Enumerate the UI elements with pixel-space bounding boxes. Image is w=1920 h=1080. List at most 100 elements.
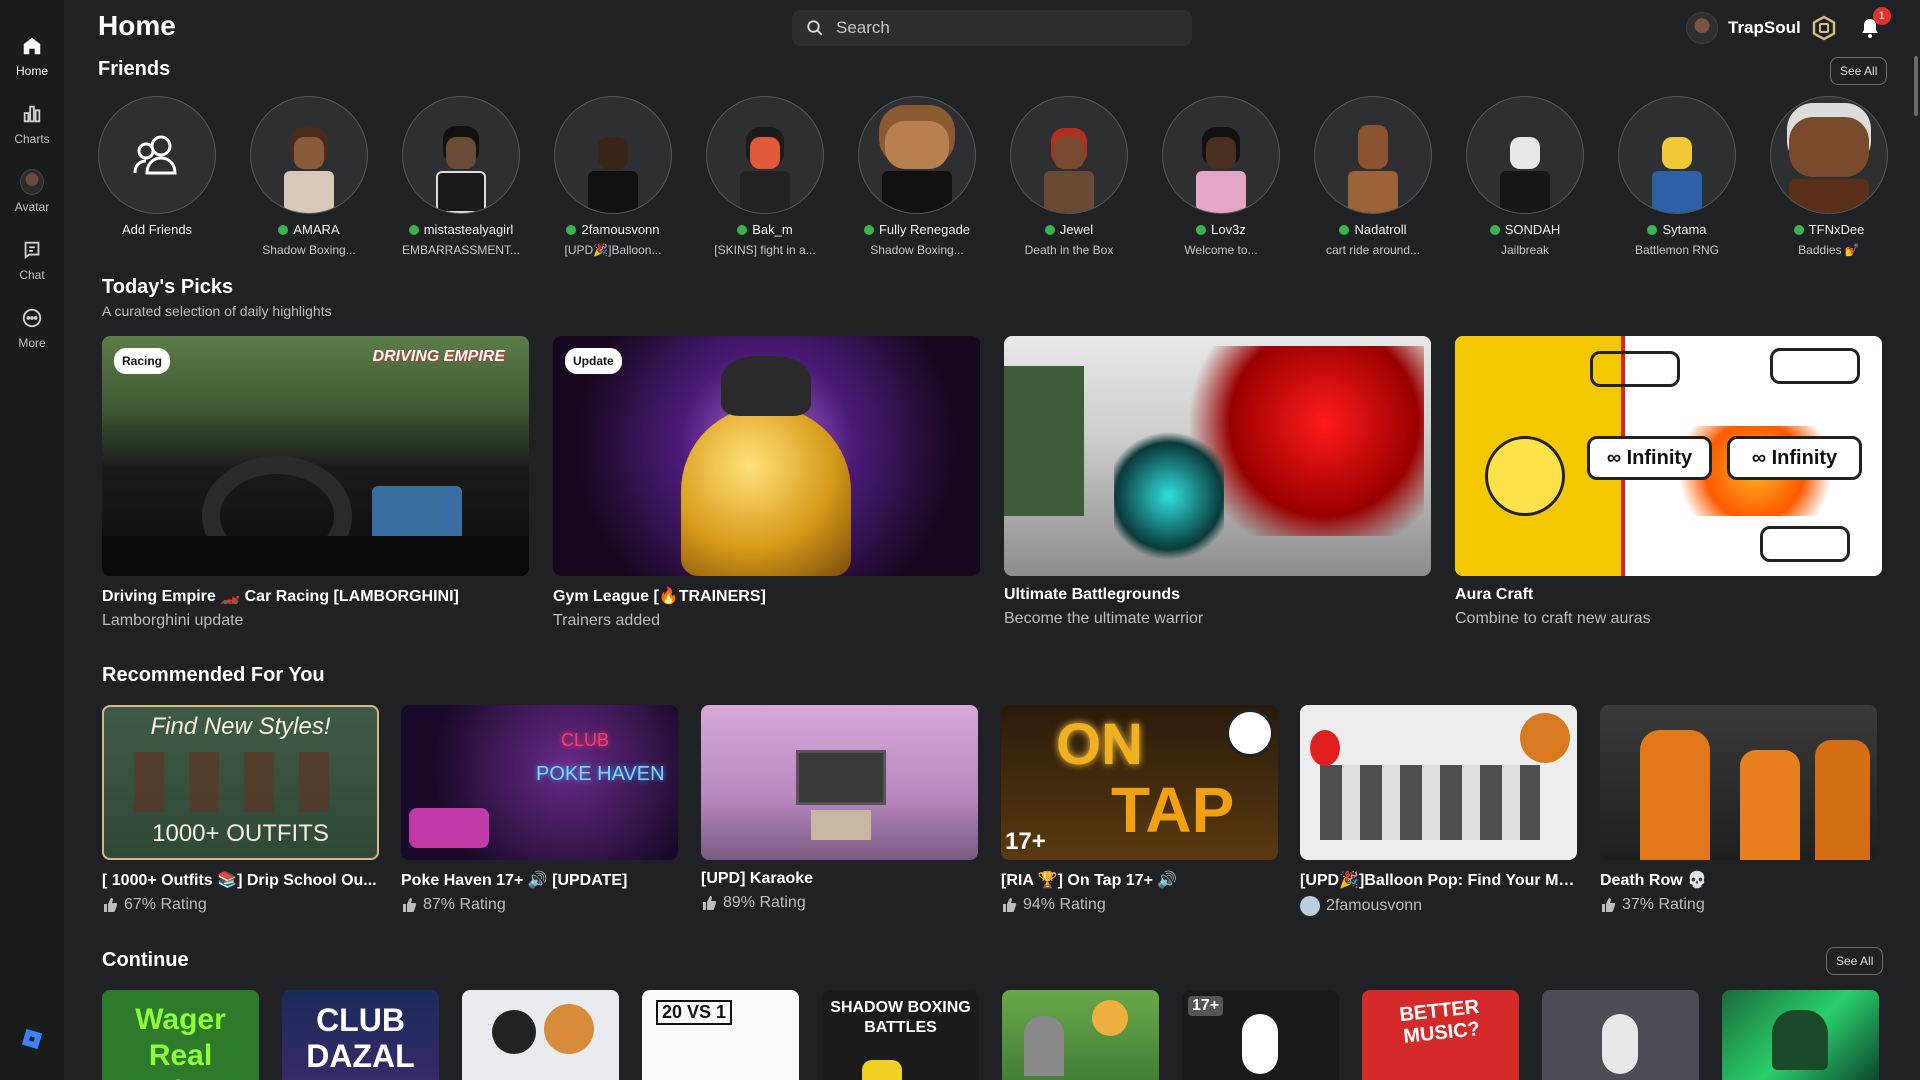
- friends-see-all-button[interactable]: See All: [1830, 57, 1888, 85]
- continue-card[interactable]: Wager Real Robux: [102, 990, 259, 1080]
- recommended-card[interactable]: Death Row 💀 37% Rating: [1600, 705, 1877, 914]
- friend-name: Nadatroll: [1354, 222, 1407, 237]
- game-art-text: DRIVING EMPIRE: [372, 348, 505, 365]
- add-friends-button[interactable]: Add Friends: [98, 96, 216, 257]
- pick-tag: Racing: [114, 348, 171, 374]
- game-thumbnail: ∞ Infinity ∞ Infinity: [1455, 336, 1882, 576]
- friend-card[interactable]: Lov3z Welcome to...: [1162, 96, 1280, 257]
- game-rating: 89% Rating: [701, 894, 978, 912]
- friend-card[interactable]: 2famousvonn [UPD🎉]Balloon...: [554, 96, 672, 257]
- game-thumbnail: Find New Styles! 1000+ OUTFITS: [102, 705, 379, 860]
- pick-title: Gym League [🔥TRAINERS]: [553, 588, 766, 605]
- friend-avatar: [554, 96, 672, 214]
- avatar[interactable]: [1686, 12, 1718, 44]
- continue-card[interactable]: [1722, 990, 1879, 1080]
- online-status-icon: [1196, 224, 1207, 235]
- pick-subtitle: Become the ultimate warrior: [1004, 610, 1204, 627]
- left-sidebar: Home Charts Avatar Chat More: [0, 0, 64, 1080]
- friend-card[interactable]: AMARA Shadow Boxing...: [250, 96, 368, 257]
- friend-game: [UPD🎉]Balloon...: [564, 243, 662, 257]
- thumbs-up-icon: [1602, 898, 1616, 912]
- game-thumbnail: [1300, 705, 1577, 860]
- sidebar-item-home[interactable]: Home: [0, 30, 64, 98]
- sidebar-item-charts[interactable]: Charts: [0, 98, 64, 166]
- recommended-title: [UPD] Karaoke: [701, 870, 814, 887]
- game-art-text: ∞ Infinity: [1587, 436, 1712, 480]
- charts-icon: [20, 102, 44, 126]
- continue-card[interactable]: CLUB DAZAL: [282, 990, 439, 1080]
- sidebar-item-label: Avatar: [14, 200, 50, 214]
- friend-card[interactable]: Bak_m [SKINS] fight in a...: [706, 96, 824, 257]
- recommended-card[interactable]: [UPD🎉]Balloon Pop: Find Your Ma... 2famo…: [1300, 705, 1577, 916]
- sidebar-item-label: Home: [15, 64, 48, 78]
- continue-card[interactable]: [462, 990, 619, 1080]
- online-status-icon: [1647, 224, 1658, 235]
- friend-card[interactable]: TFNxDee Baddies 💅: [1770, 96, 1888, 257]
- friend-card[interactable]: mistastealyagirl EMBARRASSMENT...: [402, 96, 520, 257]
- pick-subtitle: Combine to craft new auras: [1455, 610, 1651, 627]
- friend-avatar-icon: [1300, 896, 1320, 916]
- search-input[interactable]: [836, 18, 1176, 38]
- sidebar-item-more[interactable]: More: [0, 302, 64, 370]
- sidebar-item-chat[interactable]: Chat: [0, 234, 64, 302]
- username[interactable]: TrapSoul: [1728, 18, 1801, 38]
- chat-icon: [20, 238, 44, 262]
- continue-card[interactable]: [1002, 990, 1159, 1080]
- pick-title: Aura Craft: [1455, 586, 1534, 603]
- thumbs-up-icon: [1003, 898, 1017, 912]
- friend-name: mistastealyagirl: [423, 222, 514, 237]
- game-art-text: 17+: [1005, 828, 1046, 855]
- game-art-text: CLUB DAZAL: [306, 1002, 415, 1074]
- game-thumbnail: CLUB POKE HAVEN: [401, 705, 678, 860]
- page-title: Home: [98, 10, 176, 41]
- friend-card[interactable]: Jewel Death in the Box: [1010, 96, 1128, 257]
- friend-name: Sytama: [1662, 222, 1707, 237]
- avatar-icon: [20, 169, 44, 195]
- online-status-icon: [408, 224, 419, 235]
- thumbs-up-icon: [104, 898, 118, 912]
- continue-card[interactable]: SHADOW BOXING BATTLES: [822, 990, 979, 1080]
- friend-card[interactable]: Nadatroll cart ride around...: [1314, 96, 1432, 257]
- friend-game: Shadow Boxing...: [870, 243, 964, 257]
- friend-game: Welcome to...: [1184, 243, 1258, 257]
- page-scrollbar[interactable]: [1914, 56, 1918, 116]
- robux-icon[interactable]: [1811, 15, 1837, 41]
- continue-card[interactable]: [1542, 990, 1699, 1080]
- recommended-card[interactable]: [UPD] Karaoke 89% Rating: [701, 705, 978, 912]
- recommended-card[interactable]: Find New Styles! 1000+ OUTFITS [ 1000+ O…: [102, 705, 379, 914]
- friend-avatar: [1314, 96, 1432, 214]
- sidebar-item-avatar[interactable]: Avatar: [0, 166, 64, 234]
- friend-card[interactable]: SONDAH Jailbreak: [1466, 96, 1584, 257]
- continue-card[interactable]: BETTER MUSIC?: [1362, 990, 1519, 1080]
- friend-avatar: [1618, 96, 1736, 214]
- game-art-text: Find New Styles!: [150, 713, 331, 740]
- continue-see-all-button[interactable]: See All: [1826, 947, 1884, 975]
- online-status-icon: [1793, 224, 1804, 235]
- rating-text: 87% Rating: [423, 896, 506, 913]
- pick-card[interactable]: Ultimate Battlegrounds Become the ultima…: [1004, 336, 1431, 628]
- recommended-card[interactable]: ON TAP 17+ [RIA 🏆] On Tap 17+ 🔊 94% Rati…: [1001, 705, 1278, 914]
- sidebar-item-label: Charts: [14, 132, 50, 146]
- continue-card[interactable]: 20 VS 1: [642, 990, 799, 1080]
- pick-card[interactable]: DRIVING EMPIRE Racing Driving Empire 🏎️ …: [102, 336, 529, 630]
- friend-avatar: [402, 96, 520, 214]
- notifications-button[interactable]: 1: [1855, 7, 1891, 43]
- friend-card[interactable]: Fully Renegade Shadow Boxing...: [858, 96, 976, 257]
- friend-card[interactable]: Sytama Battlemon RNG: [1618, 96, 1736, 257]
- sidebar-item-label: More: [18, 336, 46, 350]
- game-rating: 37% Rating: [1600, 896, 1877, 914]
- game-rating: 67% Rating: [102, 896, 379, 914]
- game-art-text: SHADOW BOXING BATTLES: [830, 999, 971, 1036]
- online-status-icon: [1044, 224, 1055, 235]
- roblox-logo-icon[interactable]: [21, 1028, 43, 1050]
- friend-avatar: [858, 96, 976, 214]
- friend-name: AMARA: [293, 222, 340, 237]
- search-bar[interactable]: [792, 10, 1192, 46]
- pick-card[interactable]: Update Gym League [🔥TRAINERS] Trainers a…: [553, 336, 980, 630]
- friend-avatar: [98, 96, 216, 214]
- add-friends-icon: [133, 135, 177, 175]
- rating-text: 37% Rating: [1622, 896, 1705, 913]
- continue-card[interactable]: 17+: [1182, 990, 1339, 1080]
- recommended-card[interactable]: CLUB POKE HAVEN Poke Haven 17+ 🔊 [UPDATE…: [401, 705, 678, 914]
- pick-card[interactable]: ∞ Infinity ∞ Infinity Aura Craft Combine…: [1455, 336, 1882, 628]
